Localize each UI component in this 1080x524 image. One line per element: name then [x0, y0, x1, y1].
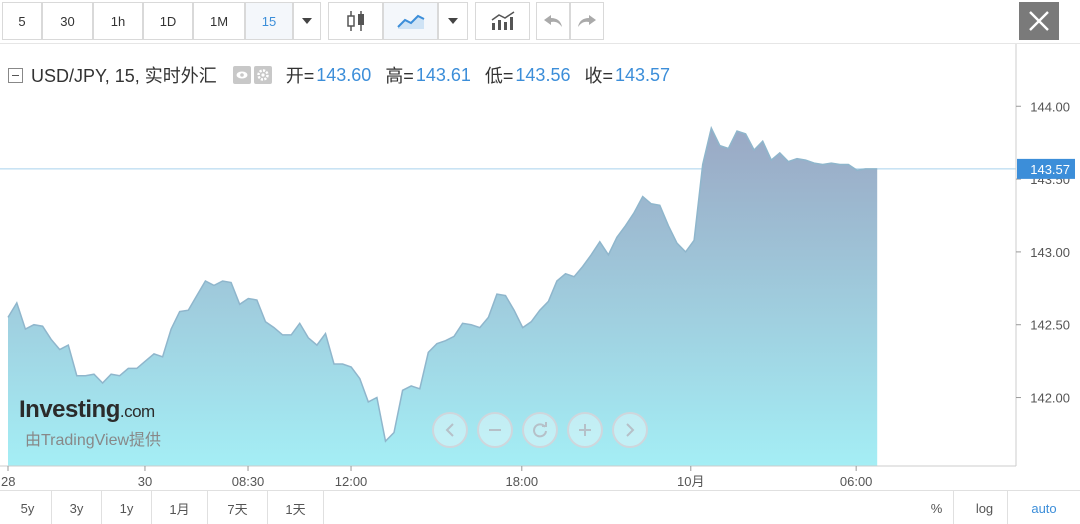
- scroll-right-button[interactable]: [612, 412, 648, 448]
- interval-dropdown-button[interactable]: [293, 2, 321, 40]
- high-label: 高=: [385, 66, 414, 86]
- minus-icon: [489, 429, 501, 431]
- range-1-day-button[interactable]: 1天: [268, 491, 324, 524]
- plus-icon: [579, 424, 591, 436]
- y-tick-label: 143.00: [1030, 245, 1070, 260]
- chevron-right-icon: [626, 423, 635, 437]
- range-1-month-button[interactable]: 1月: [152, 491, 208, 524]
- zoom-out-button[interactable]: [477, 412, 513, 448]
- caret-down-icon: [302, 18, 312, 24]
- candlestick-icon: [346, 11, 364, 31]
- chart-nav-controls: [432, 412, 648, 448]
- last-price-label: 143.57: [1030, 162, 1070, 177]
- refresh-icon: [533, 422, 547, 438]
- close-icon: [1029, 11, 1049, 31]
- interval-1h-button[interactable]: 1h: [93, 2, 143, 40]
- interval-1d-button[interactable]: 1D: [143, 2, 193, 40]
- open-value: 143.60: [316, 64, 372, 85]
- interval-30-button[interactable]: 30: [42, 2, 93, 40]
- undo-button[interactable]: [536, 2, 570, 40]
- x-tick-label: 18:00: [506, 474, 539, 489]
- investing-logo: Investing.com: [19, 396, 155, 423]
- chart-legend: USD/JPY, 15, 实时外汇 开= 143.60 高= 143.61 低=…: [8, 62, 670, 88]
- reset-button[interactable]: [522, 412, 558, 448]
- chart-toolbar: 5 30 1h 1D 1M 15: [0, 0, 1080, 44]
- high-value: 143.61: [415, 64, 471, 85]
- candlestick-style-button[interactable]: [328, 2, 383, 40]
- interval-15-button[interactable]: 15: [245, 2, 293, 40]
- close-label: 收=: [584, 66, 613, 86]
- area-chart-icon: [396, 14, 424, 29]
- range-3y-button[interactable]: 3y: [52, 491, 102, 524]
- x-tick-label: 06:00: [840, 474, 873, 489]
- y-tick-label: 142.50: [1030, 318, 1070, 333]
- x-tick-label: 28: [1, 474, 15, 489]
- indicators-button[interactable]: [475, 2, 530, 40]
- redo-icon: [578, 15, 596, 27]
- scroll-left-button[interactable]: [432, 412, 468, 448]
- percent-scale-button[interactable]: %: [920, 491, 954, 524]
- y-tick-label: 144.00: [1030, 99, 1070, 114]
- interval-1m-button[interactable]: 1M: [193, 2, 245, 40]
- close-button[interactable]: [1019, 2, 1059, 40]
- brand-watermark: Investing.com 由TradingView提供: [19, 396, 161, 450]
- x-tick-label: 12:00: [335, 474, 368, 489]
- log-scale-button[interactable]: log: [962, 491, 1008, 524]
- symbol-title: USD/JPY, 15, 实时外汇: [31, 66, 217, 86]
- x-tick-label: 30: [138, 474, 152, 489]
- area-style-button[interactable]: [383, 2, 438, 40]
- undo-icon: [544, 15, 562, 27]
- low-value: 143.56: [515, 64, 571, 85]
- caret-down-icon: [448, 18, 458, 24]
- chart-style-dropdown-button[interactable]: [438, 2, 468, 40]
- y-tick-label: 142.00: [1030, 391, 1070, 406]
- open-label: 开=: [285, 66, 315, 86]
- chevron-left-icon: [445, 423, 454, 437]
- eye-icon[interactable]: [232, 66, 251, 84]
- redo-button[interactable]: [570, 2, 604, 40]
- auto-scale-button[interactable]: auto: [1016, 491, 1072, 524]
- interval-5-button[interactable]: 5: [2, 2, 42, 40]
- x-tick-label: 10月: [677, 474, 704, 489]
- x-tick-label: 08:30: [232, 474, 265, 489]
- close-value: 143.57: [614, 64, 671, 85]
- gear-icon[interactable]: [253, 66, 272, 84]
- range-5y-button[interactable]: 5y: [4, 491, 52, 524]
- range-1y-button[interactable]: 1y: [102, 491, 152, 524]
- low-label: 低=: [484, 66, 514, 86]
- range-bar: 5y 3y 1y 1月 7天 1天 % log auto: [0, 490, 1080, 524]
- tradingview-credit: 由TradingView提供: [25, 432, 162, 449]
- collapse-legend-button[interactable]: [8, 67, 23, 83]
- range-7-days-button[interactable]: 7天: [208, 491, 268, 524]
- zoom-in-button[interactable]: [567, 412, 603, 448]
- indicators-icon: [491, 11, 514, 30]
